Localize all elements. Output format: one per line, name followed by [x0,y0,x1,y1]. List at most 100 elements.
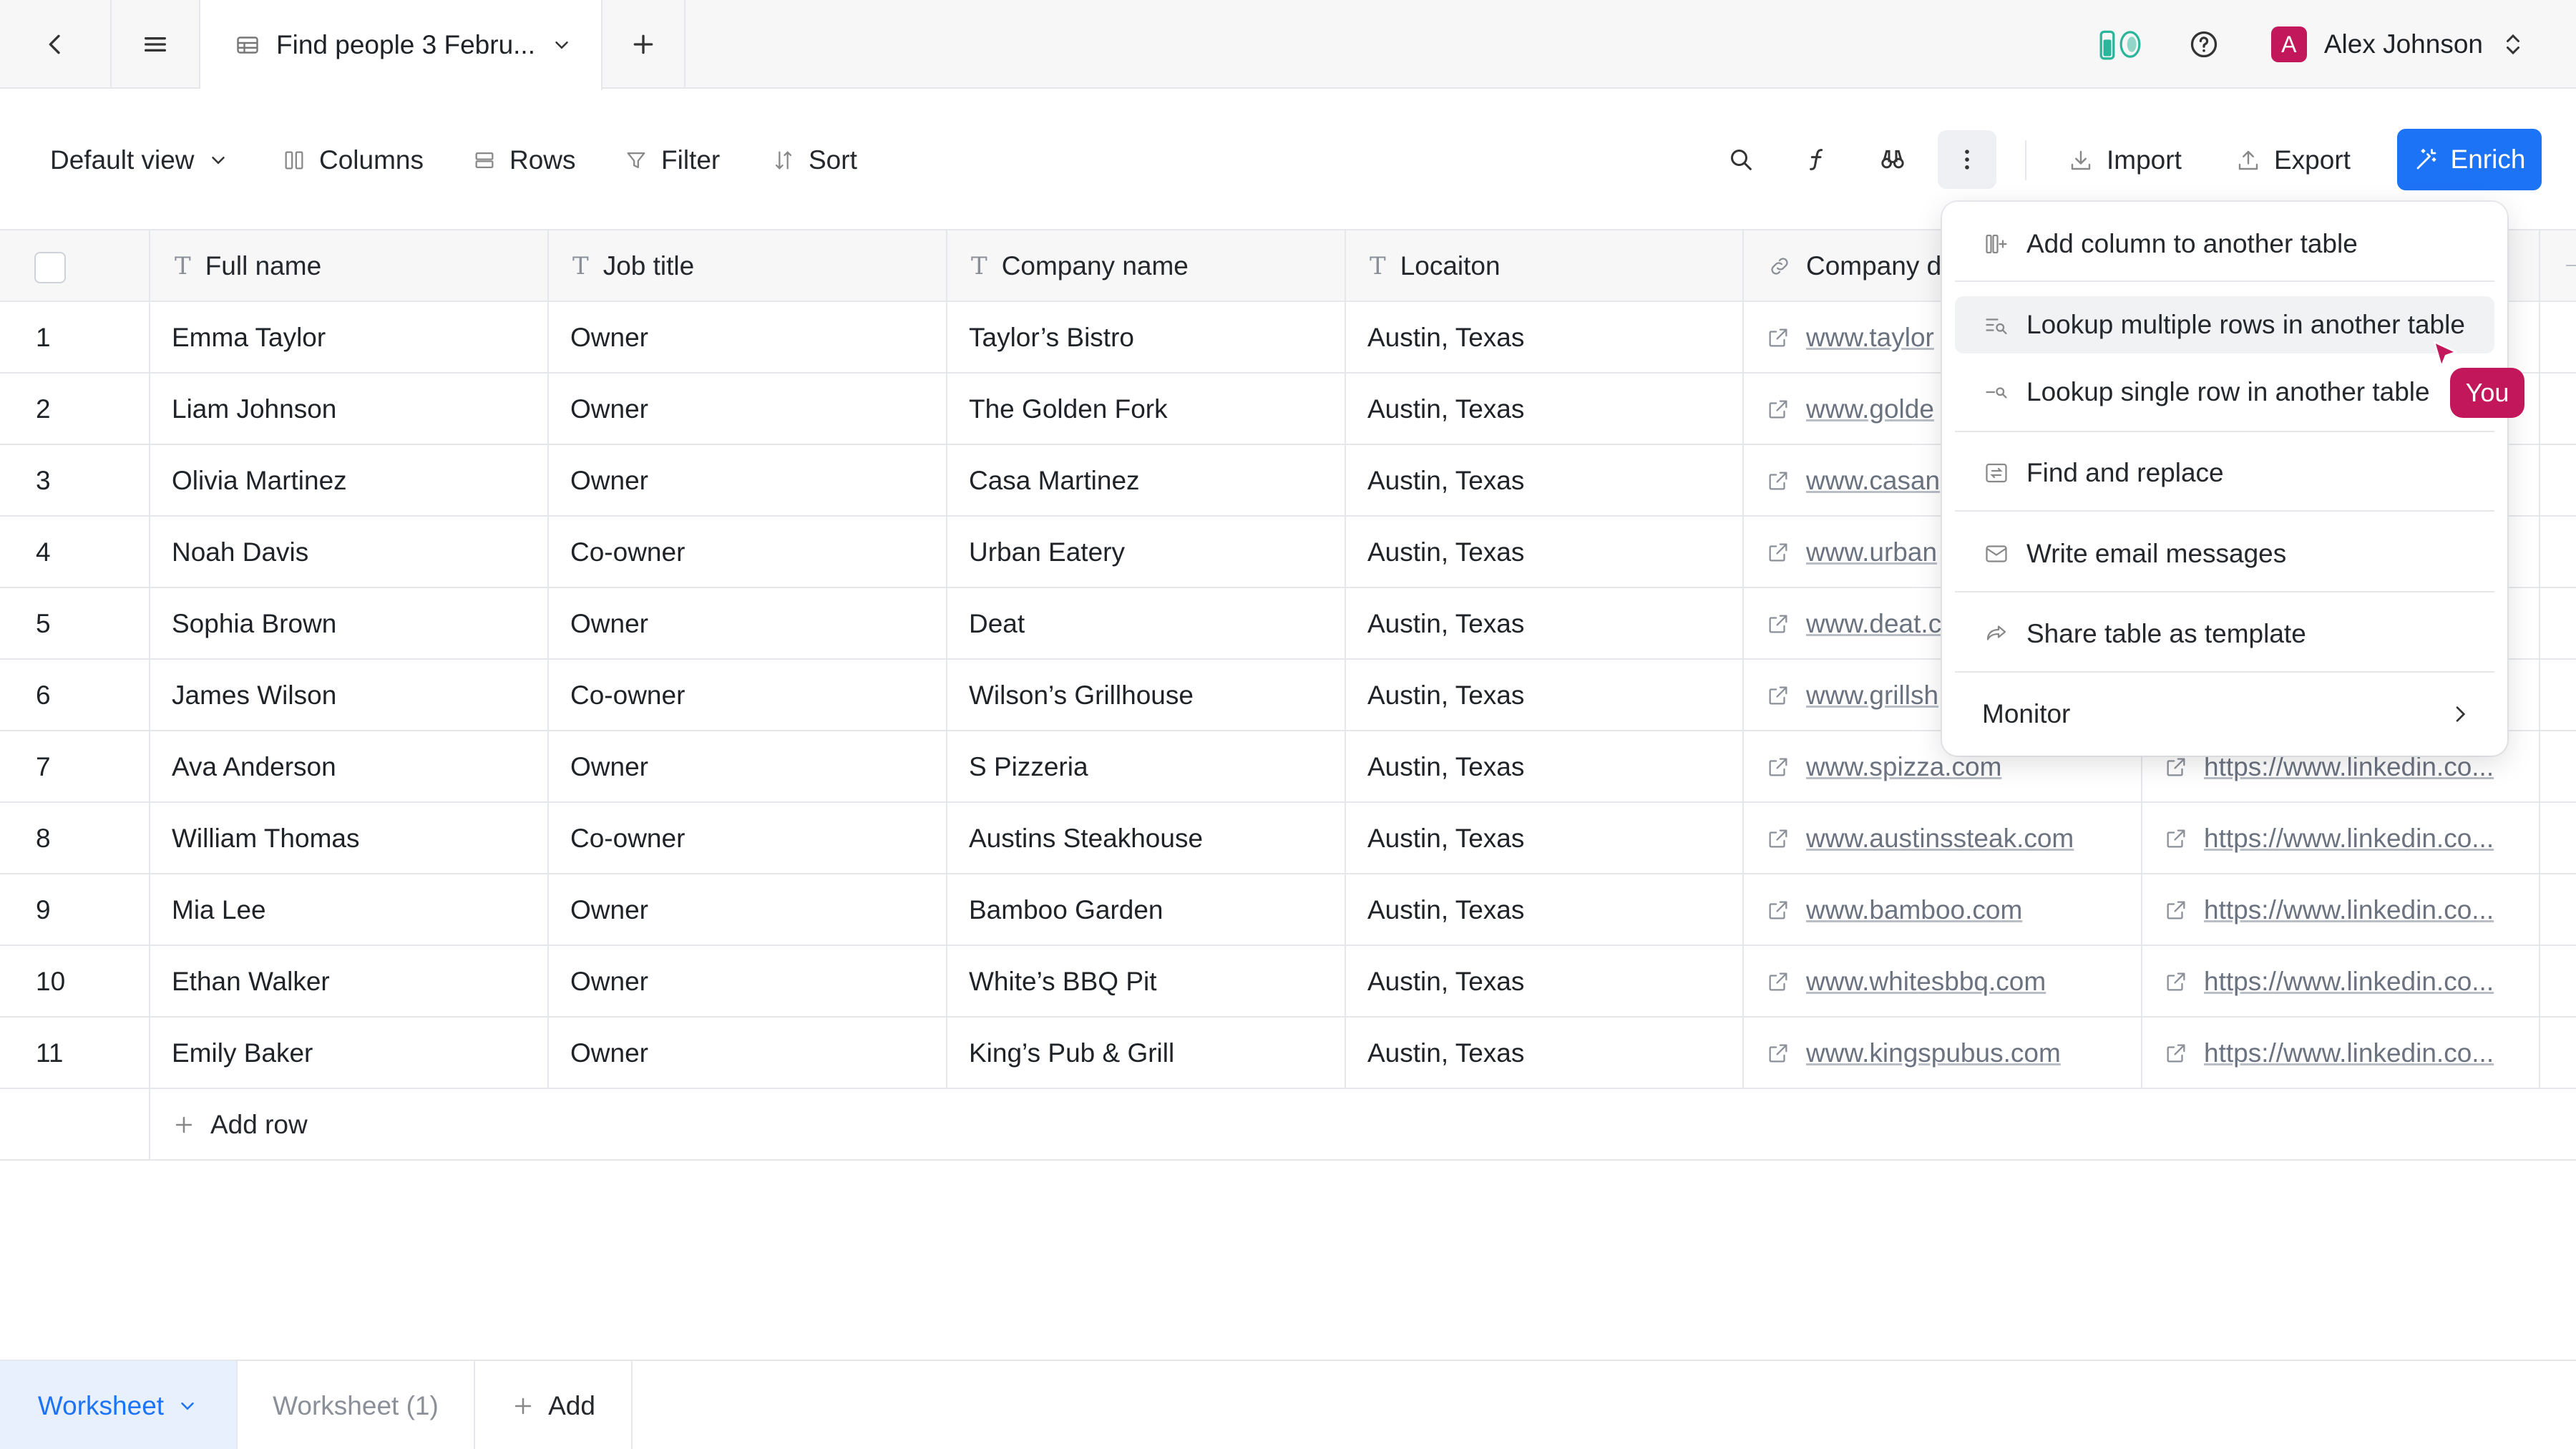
cell-company-domain[interactable]: www.kingspubus.com [1766,1018,2138,1089]
cell-company-name[interactable]: Austins Steakhouse [969,803,1327,874]
menu-item-lookup-multiple[interactable]: Lookup multiple rows in another table [1955,296,2494,353]
domain-link[interactable]: www.taylor [1806,323,1934,353]
sort-button[interactable]: Sort [771,90,857,230]
linkedin-link[interactable]: https://www.linkedin.co... [2204,1038,2494,1068]
cell-full-name[interactable]: William Thomas [172,803,530,874]
menu-item-monitor[interactable]: Monitor [1955,686,2494,743]
view-selector[interactable]: Default view [50,90,229,230]
domain-link[interactable]: www.kingspubus.com [1806,1038,2061,1068]
sheet-tab-worksheet-1[interactable]: Worksheet (1) [238,1361,475,1449]
cell-full-name[interactable]: Ethan Walker [172,946,530,1018]
cell-location[interactable]: Austin, Texas [1367,660,1725,731]
tab-find-people[interactable]: Find people 3 Febru... [200,0,602,90]
cell-job-title[interactable]: Co-owner [570,517,928,588]
formula-button[interactable] [1787,130,1846,189]
domain-link[interactable]: www.urban [1806,537,1937,567]
cell-location[interactable]: Austin, Texas [1367,588,1725,660]
cell-location[interactable]: Austin, Texas [1367,302,1725,374]
column-header-job-title[interactable]: T Job title [572,230,694,302]
linkedin-link[interactable]: https://www.linkedin.co... [2204,752,2494,782]
cell-job-title[interactable]: Owner [570,445,928,517]
cell-linkedin[interactable]: https://www.linkedin.co... [2164,803,2536,874]
new-tab-button[interactable] [602,0,686,89]
select-all-checkbox[interactable] [34,252,66,283]
cell-job-title[interactable]: Owner [570,946,928,1018]
search-button[interactable] [1712,130,1770,189]
column-header-company-domain[interactable]: Company d [1767,230,1941,302]
cell-company-name[interactable]: S Pizzeria [969,731,1327,803]
cell-job-title[interactable]: Owner [570,731,928,803]
cell-full-name[interactable]: Olivia Martinez [172,445,530,517]
table-row[interactable]: 9 Mia Lee Owner Bamboo Garden Austin, Texas w… [0,874,2576,946]
column-header-company-name[interactable]: T Company name [971,230,1189,302]
more-options-button[interactable] [1938,130,1996,189]
add-row-button[interactable]: Add row [172,1089,308,1161]
domain-link[interactable]: www.deat.c [1806,609,1941,639]
domain-link[interactable]: www.whitesbbq.com [1806,967,2046,997]
cell-job-title[interactable]: Owner [570,874,928,946]
cell-company-domain[interactable]: www.austinssteak.com [1766,803,2138,874]
credits-indicator[interactable] [2099,29,2141,60]
columns-button[interactable]: Columns [282,90,424,230]
back-button[interactable] [0,0,112,89]
domain-link[interactable]: www.grillsh [1806,680,1938,711]
cell-company-name[interactable]: Urban Eatery [969,517,1327,588]
cell-company-name[interactable]: Bamboo Garden [969,874,1327,946]
table-row[interactable]: 11 Emily Baker Owner King’s Pub & Grill Aust… [0,1018,2576,1089]
cell-full-name[interactable]: Mia Lee [172,874,530,946]
cell-linkedin[interactable]: https://www.linkedin.co... [2164,1018,2536,1089]
cell-full-name[interactable]: Emma Taylor [172,302,530,374]
linkedin-link[interactable]: https://www.linkedin.co... [2204,895,2494,925]
cell-job-title[interactable]: Owner [570,1018,928,1089]
help-button[interactable] [2188,29,2220,60]
menu-item-write-email[interactable]: Write email messages [1955,525,2494,582]
domain-link[interactable]: www.casan [1806,466,1940,496]
cell-company-name[interactable]: Taylor’s Bistro [969,302,1327,374]
cell-company-domain[interactable]: www.whitesbbq.com [1766,946,2138,1018]
add-sheet-button[interactable]: Add [475,1361,633,1449]
cell-full-name[interactable]: Noah Davis [172,517,530,588]
cell-location[interactable]: Austin, Texas [1367,1018,1725,1089]
domain-link[interactable]: www.golde [1806,394,1934,424]
domain-link[interactable]: www.spizza.com [1806,752,2001,782]
cell-company-name[interactable]: Casa Martinez [969,445,1327,517]
menu-item-add-column[interactable]: Add column to another table [1955,215,2494,273]
cell-company-name[interactable]: Wilson’s Grillhouse [969,660,1327,731]
cell-company-domain[interactable]: www.bamboo.com [1766,874,2138,946]
cell-location[interactable]: Austin, Texas [1367,445,1725,517]
table-row[interactable]: 10 Ethan Walker Owner White’s BBQ Pit Austin… [0,946,2576,1018]
domain-link[interactable]: www.austinssteak.com [1806,824,2074,854]
menu-button[interactable] [112,0,200,89]
menu-item-find-replace[interactable]: Find and replace [1955,444,2494,502]
linkedin-link[interactable]: https://www.linkedin.co... [2204,824,2494,854]
cell-location[interactable]: Austin, Texas [1367,874,1725,946]
filter-button[interactable]: Filter [624,90,720,230]
cell-location[interactable]: Austin, Texas [1367,731,1725,803]
cell-location[interactable]: Austin, Texas [1367,517,1725,588]
rows-button[interactable]: Rows [472,90,576,230]
cell-location[interactable]: Austin, Texas [1367,374,1725,445]
linkedin-link[interactable]: https://www.linkedin.co... [2204,967,2494,997]
table-row[interactable]: 8 William Thomas Co-owner Austins Steakhous… [0,803,2576,874]
cell-location[interactable]: Austin, Texas [1367,946,1725,1018]
cell-job-title[interactable]: Owner [570,588,928,660]
find-people-button[interactable] [1863,130,1922,189]
cell-location[interactable]: Austin, Texas [1367,803,1725,874]
cell-job-title[interactable]: Owner [570,302,928,374]
menu-item-lookup-single[interactable]: Lookup single row in another table [1955,364,2494,421]
cell-company-name[interactable]: White’s BBQ Pit [969,946,1327,1018]
sheet-tab-active[interactable]: Worksheet [0,1361,238,1449]
domain-link[interactable]: www.bamboo.com [1806,895,2022,925]
cell-full-name[interactable]: Liam Johnson [172,374,530,445]
enrich-button[interactable]: Enrich [2397,129,2542,190]
cell-linkedin[interactable]: https://www.linkedin.co... [2164,874,2536,946]
cell-job-title[interactable]: Owner [570,374,928,445]
cell-job-title[interactable]: Co-owner [570,803,928,874]
cell-full-name[interactable]: Emily Baker [172,1018,530,1089]
cell-company-name[interactable]: King’s Pub & Grill [969,1018,1327,1089]
cell-linkedin[interactable]: https://www.linkedin.co... [2164,946,2536,1018]
cell-full-name[interactable]: Ava Anderson [172,731,530,803]
user-menu[interactable]: A Alex Johnson [2270,0,2526,89]
column-header-full-name[interactable]: T Full name [175,230,321,302]
column-header-location[interactable]: T Locaiton [1370,230,1501,302]
